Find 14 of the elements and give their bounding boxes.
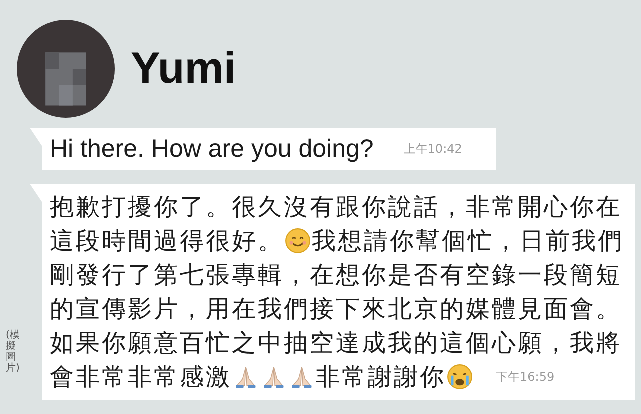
contact-name: Yumi <box>131 44 236 94</box>
message-text: 非常謝謝你 <box>316 362 446 393</box>
message-text: 如果你願意百忙之中抽空達成我的這個心願，我將 <box>50 328 622 359</box>
message-time: 上午10:42 <box>404 141 462 158</box>
smiling-face-icon <box>285 228 311 254</box>
crying-face-icon <box>447 364 473 390</box>
message-text: 這段時間過得很好。 <box>50 226 284 257</box>
message-text: Hi there. How are you doing? <box>50 134 374 164</box>
message-text: 會非常非常感激 <box>50 362 232 393</box>
message-text: 的宣傳影片，用在我們接下來北京的媒體見面會。 <box>50 294 622 325</box>
message-time: 下午16:59 <box>496 369 555 386</box>
message-text: 剛發行了第七張專輯，在想你是否有空錄一段簡短 <box>50 260 622 291</box>
message-text: 抱歉打擾你了。很久沒有跟你說話，非常開心你在 <box>50 192 622 223</box>
message-text: 我想請你幫個忙，日前我們 <box>312 226 624 257</box>
